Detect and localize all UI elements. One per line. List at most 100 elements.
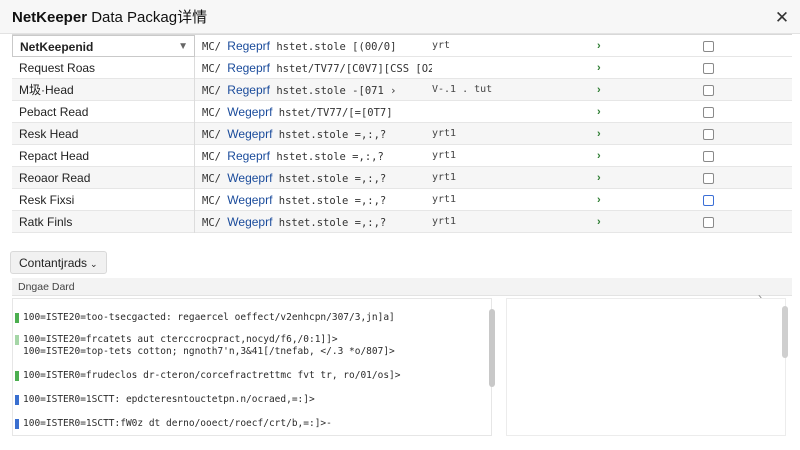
url-path: hstet.stole [(00/0]: [270, 41, 397, 53]
chevron-right-icon[interactable]: ›: [597, 167, 601, 189]
request-row[interactable]: Reoaor Read MC/ Wegeprf hstet.stole =,:,…: [12, 167, 792, 189]
url-path: hstet/TV77/[C0V7][CSS [O280]: [276, 63, 432, 75]
chevron-right-icon[interactable]: ›: [597, 123, 601, 145]
log-line: 100=ISTE20=top-tets cotton; ngnoth7'n,3&…: [23, 345, 395, 359]
window-titlebar: NetKeeper Data Packag详情 ✕: [0, 0, 800, 34]
chevron-right-icon[interactable]: ›: [597, 211, 601, 233]
chevron-down-icon: ▼: [178, 41, 188, 52]
log-text: 100=ISTER0=1SCTT:fW0z dt derno/ooect/roe…: [23, 418, 332, 429]
log-text: 100=ISTE20=too-tsecgacted: regaercel oef…: [23, 312, 395, 323]
contents-tab-label: Contantjrads: [19, 256, 88, 270]
log-text: 100=ISTER0=1SCTT: epdcteresntouctetpn.n/…: [23, 394, 315, 405]
url-host: Wegeprf: [227, 215, 273, 229]
request-url: MC/ Wegeprf hstet/TV77/[=[0T7]: [202, 101, 432, 123]
request-checkbox[interactable]: [703, 173, 714, 184]
request-checkbox[interactable]: [703, 85, 714, 96]
chevron-down-icon: ⌄: [90, 259, 98, 269]
url-host: Regeprf: [227, 39, 270, 53]
url-path: hstet.stole =,:,?: [272, 129, 387, 141]
log-line: 100=ISTER0=1SCTT: epdcteresntouctetpn.n/…: [15, 393, 315, 407]
chevron-right-icon[interactable]: ›: [597, 101, 601, 123]
request-url: MC/ Wegeprf hstet.stole =,:,?: [202, 189, 432, 211]
url-host: Wegeprf: [227, 105, 273, 119]
request-meta: yrt1: [432, 150, 457, 161]
url-path: hstet.stole =,:,?: [272, 217, 387, 229]
chevron-right-icon[interactable]: ›: [597, 145, 601, 167]
chevron-right-icon[interactable]: ›: [597, 57, 601, 79]
request-name: Request Roas: [12, 57, 195, 79]
contents-tab[interactable]: Contantjrads ⌄: [10, 251, 107, 274]
url-path: hstet.stole -[071 ›: [270, 85, 397, 97]
url-prefix: MC/: [202, 63, 221, 75]
request-name: Resk Head: [12, 123, 195, 145]
request-row[interactable]: Resk Fixsi MC/ Wegeprf hstet.stole =,:,?…: [12, 189, 792, 211]
request-row[interactable]: Repact Head MC/ Regeprf hstet.stole =,:,…: [12, 145, 792, 167]
log-line: 100=ISTER0=1SCTT:fW0z dt derno/ooect/roe…: [15, 417, 332, 431]
url-host: Wegeprf: [227, 171, 273, 185]
request-url: MC/ Regeprf hstet.stole [(00/0]: [202, 35, 432, 57]
request-checkbox[interactable]: [703, 217, 714, 228]
request-checkbox[interactable]: [703, 107, 714, 118]
request-url: MC/ Regeprf hstet.stole =,:,?: [202, 145, 432, 167]
request-meta: yrt: [432, 40, 451, 51]
request-filter-dropdown[interactable]: NetKeepenid ▼: [12, 35, 195, 57]
request-row[interactable]: Pebact Read MC/ Wegeprf hstet/TV77/[=[0T…: [12, 101, 792, 123]
request-name: Resk Fixsi: [12, 189, 195, 211]
request-meta: yrt1: [432, 216, 457, 227]
request-name: Reoaor Read: [12, 167, 195, 189]
request-name: Ratk Finls: [12, 211, 195, 233]
request-checkbox[interactable]: [703, 63, 714, 74]
url-host: Regeprf: [227, 149, 270, 163]
section-label: Dngae Dard: [18, 281, 75, 293]
url-path: hstet.stole =,:,?: [272, 195, 387, 207]
chevron-right-icon[interactable]: ›: [597, 79, 601, 101]
status-marker: [15, 313, 19, 323]
url-prefix: MC/: [202, 41, 221, 53]
request-row[interactable]: Resk Head MC/ Wegeprf hstet.stole =,:,? …: [12, 123, 792, 145]
section-header: Dngae Dard: [12, 278, 792, 296]
request-row[interactable]: Request Roas MC/ Regeprf hstet/TV77/[C0V…: [12, 57, 792, 79]
request-checkbox[interactable]: [703, 41, 714, 52]
log-text: 100=ISTE20=top-tets cotton; ngnoth7'n,3&…: [23, 346, 395, 357]
content-pane[interactable]: 100=ISTE20=too-tsecgacted: regaercel oef…: [12, 298, 492, 436]
window-title-brand: NetKeeper: [12, 9, 88, 26]
request-row[interactable]: Ratk Finls MC/ Wegeprf hstet.stole =,:,?…: [12, 211, 792, 233]
log-line: 100=ISTE20=too-tsecgacted: regaercel oef…: [15, 311, 395, 325]
chevron-right-icon[interactable]: ›: [597, 189, 601, 211]
url-path: hstet.stole =,:,?: [270, 151, 384, 163]
request-url: MC/ Wegeprf hstet.stole =,:,?: [202, 123, 432, 145]
request-checkbox[interactable]: [703, 129, 714, 140]
request-meta: yrt1: [432, 194, 457, 205]
content-scrollbar[interactable]: [489, 309, 495, 387]
url-host: Regeprf: [227, 61, 270, 75]
window-title: NetKeeper Data Packag详情: [12, 6, 207, 27]
url-prefix: MC/: [202, 173, 221, 185]
request-row[interactable]: M圾·Head MC/ Regeprf hstet.stole -[071 › …: [12, 79, 792, 101]
chevron-right-icon[interactable]: ›: [597, 35, 601, 57]
status-marker: [15, 419, 19, 429]
request-meta: V-.1 . tut: [432, 84, 493, 95]
request-name: Pebact Read: [12, 101, 195, 123]
request-name: M圾·Head: [12, 79, 195, 101]
request-list-header[interactable]: NetKeepenid ▼ MC/ Regeprf hstet.stole [(0…: [12, 35, 792, 57]
url-host: Wegeprf: [227, 127, 273, 141]
detail-scrollbar[interactable]: [782, 306, 788, 358]
url-prefix: MC/: [202, 85, 221, 97]
url-prefix: MC/: [202, 151, 221, 163]
log-text: 100=ISTE20=frcatets aut cterccrocpract,n…: [23, 334, 338, 345]
status-marker: [15, 335, 19, 345]
url-prefix: MC/: [202, 217, 221, 229]
url-prefix: MC/: [202, 107, 221, 119]
status-marker: [15, 371, 19, 381]
url-host: Regeprf: [227, 83, 270, 97]
close-button[interactable]: ✕: [772, 8, 792, 28]
window-title-suffix: Data Packag详情: [87, 9, 208, 26]
url-path: hstet.stole =,:,?: [272, 173, 387, 185]
request-checkbox[interactable]: [703, 151, 714, 162]
status-marker: [15, 395, 19, 405]
url-path: hstet/TV77/[=[0T7]: [272, 107, 393, 119]
request-checkbox[interactable]: [703, 195, 714, 206]
request-url: MC/ Wegeprf hstet.stole =,:,?: [202, 167, 432, 189]
request-name: Repact Head: [12, 145, 195, 167]
request-meta: yrt1: [432, 128, 457, 139]
